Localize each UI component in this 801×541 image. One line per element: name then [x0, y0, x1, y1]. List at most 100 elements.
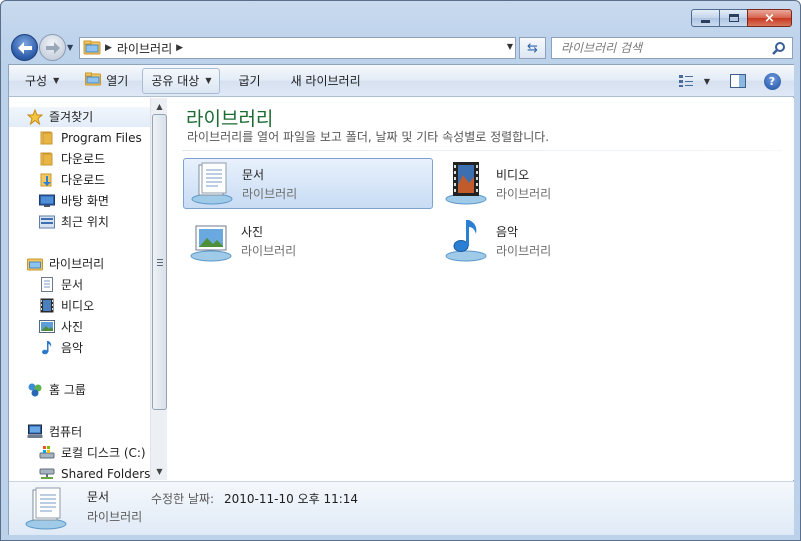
view-dropdown-icon[interactable]: ▼ [700, 68, 714, 94]
refresh-button[interactable]: ⇆ [519, 37, 546, 59]
library-tile-documents[interactable]: 문서 라이브러리 [183, 158, 433, 209]
navigation-bar: ▼ ▶ 라이브러리 ▶ ▼ ⇆ [1, 31, 800, 63]
search-icon[interactable] [772, 41, 786, 58]
search-box[interactable] [551, 37, 793, 59]
new-library-label: 새 라이브러리 [290, 74, 361, 88]
sidebar-item-music[interactable]: 음악 [39, 337, 83, 358]
pictures-library-icon [185, 216, 237, 266]
sidebar-item-label: 비디오 [61, 299, 95, 313]
open-label: 열기 [106, 74, 129, 88]
sidebar-item-label: Program Files [61, 130, 142, 145]
sidebar-item-downloads-2[interactable]: 다운로드 [39, 169, 105, 190]
close-button[interactable]: × [747, 9, 792, 27]
sidebar-item-shared-folders[interactable]: Shared Folders(W [39, 463, 151, 480]
view-options-icon [679, 75, 693, 87]
library-tile-videos[interactable]: 비디오 라이브러리 [438, 158, 688, 209]
sidebar-item-homegroup[interactable]: 홈 그룹 [27, 379, 86, 400]
library-view: 라이브러리 라이브러리를 열어 파일을 보고 폴더, 날짜 및 기타 속성별로 … [168, 98, 794, 480]
sidebar-item-libraries[interactable]: 라이브러리 [27, 253, 104, 274]
sidebar-item-label: 최근 위치 [61, 215, 109, 229]
chevron-down-icon: ▼ [205, 76, 212, 85]
sidebar-item-desktop[interactable]: 바탕 화면 [39, 190, 109, 211]
sidebar-item-label: 다운로드 [61, 152, 106, 166]
sidebar-item-videos[interactable]: 비디오 [39, 295, 94, 316]
address-dropdown-icon[interactable]: ▼ [507, 42, 513, 51]
details-name: 문서 [87, 490, 110, 504]
sidebar-item-program-files[interactable]: Program Files [39, 127, 142, 148]
page-title: 라이브러리 [186, 108, 274, 130]
computer-icon [27, 424, 43, 440]
tile-type: 라이브러리 [241, 243, 297, 258]
documents-library-icon [23, 486, 69, 535]
address-bar[interactable]: ▶ 라이브러리 ▶ ▼ [79, 37, 516, 59]
crumb-separator-icon[interactable]: ▶ [105, 43, 112, 53]
back-button[interactable] [11, 34, 38, 61]
help-button[interactable]: ? [758, 68, 786, 94]
forward-button[interactable] [39, 34, 66, 61]
burn-button[interactable]: 굽기 [230, 68, 268, 94]
details-pane: 문서 라이브러리 수정한 날짜: 2010-11-10 오후 11:14 [9, 481, 794, 535]
sidebar-item-downloads[interactable]: 다운로드 [39, 148, 105, 169]
homegroup-icon [27, 382, 43, 398]
maximize-button[interactable] [719, 9, 748, 27]
sidebar-item-label: 문서 [61, 278, 84, 292]
search-input[interactable] [561, 41, 776, 55]
help-icon: ? [763, 72, 781, 90]
sidebar-item-pictures[interactable]: 사진 [39, 316, 83, 337]
folder-icon [39, 151, 55, 167]
sidebar-item-favorites[interactable]: 즐겨찾기 [27, 106, 93, 127]
modified-date-label: 수정한 날짜: [151, 492, 215, 506]
downloads-folder-icon [39, 172, 55, 188]
sidebar-item-label: Shared Folders(W [61, 466, 151, 481]
navigation-scrollbar[interactable]: ▲ ▼ [150, 98, 167, 480]
tile-type: 라이브러리 [496, 243, 552, 258]
open-button[interactable]: 열기 [77, 68, 136, 94]
library-tile-music[interactable]: 음악 라이브러리 [438, 215, 688, 266]
music-library-icon [440, 216, 492, 266]
share-with-button[interactable]: 공유 대상 ▼ [142, 67, 221, 94]
page-subtitle: 라이브러리를 열어 파일을 보고 폴더, 날짜 및 기타 속성별로 정렬합니다. [187, 130, 550, 144]
star-icon [27, 108, 43, 125]
recent-places-icon [39, 214, 55, 230]
tile-type: 라이브러리 [496, 186, 552, 201]
local-disk-icon [39, 445, 55, 461]
documents-library-icon [186, 159, 238, 209]
burn-label: 굽기 [238, 74, 261, 88]
film-icon [39, 298, 55, 314]
scroll-up-icon[interactable]: ▲ [153, 100, 166, 113]
breadcrumb-libraries[interactable]: 라이브러리 [117, 40, 172, 57]
caption-buttons: × [691, 9, 792, 27]
scroll-down-icon[interactable]: ▼ [153, 465, 166, 478]
sidebar-item-label: 바탕 화면 [61, 194, 109, 208]
preview-pane-button[interactable] [724, 68, 752, 94]
grip-icon [156, 258, 163, 266]
favorites-label: 즐겨찾기 [49, 110, 94, 124]
share-with-label: 공유 대상 [151, 74, 200, 88]
sidebar-item-computer[interactable]: 컴퓨터 [27, 421, 82, 442]
organize-button[interactable]: 구성 ▼ [17, 68, 67, 94]
change-view-button[interactable] [672, 68, 700, 94]
minimize-icon [701, 19, 710, 23]
sidebar-item-documents[interactable]: 문서 [39, 274, 83, 295]
modified-date-value: 2010-11-10 오후 11:14 [224, 492, 359, 506]
new-library-button[interactable]: 새 라이브러리 [283, 68, 369, 94]
header-divider [182, 150, 782, 151]
library-folder-icon [27, 256, 43, 272]
sidebar-item-recent-places[interactable]: 최근 위치 [39, 211, 109, 232]
computer-label: 컴퓨터 [49, 425, 83, 439]
organize-label: 구성 [25, 74, 48, 88]
tile-type: 라이브러리 [242, 186, 298, 201]
minimize-button[interactable] [691, 9, 720, 27]
chevron-down-icon: ▼ [53, 76, 60, 85]
toolbar-right: ▼ ? [672, 68, 786, 94]
libraries-label: 라이브러리 [49, 257, 105, 271]
homegroup-label: 홈 그룹 [49, 383, 86, 397]
crumb-separator-icon[interactable]: ▶ [176, 43, 183, 53]
sidebar-item-local-disk[interactable]: 로컬 디스크 (C:) [39, 442, 146, 463]
recent-pages-dropdown-icon[interactable]: ▼ [67, 43, 73, 52]
library-folder-icon [83, 39, 101, 58]
scroll-thumb[interactable] [152, 114, 167, 410]
refresh-icon: ⇆ [527, 40, 538, 56]
library-tile-pictures[interactable]: 사진 라이브러리 [183, 215, 433, 266]
explorer-window: × ▼ ▶ 라이브러리 ▶ ▼ ⇆ 구성 ▼ [0, 0, 801, 541]
